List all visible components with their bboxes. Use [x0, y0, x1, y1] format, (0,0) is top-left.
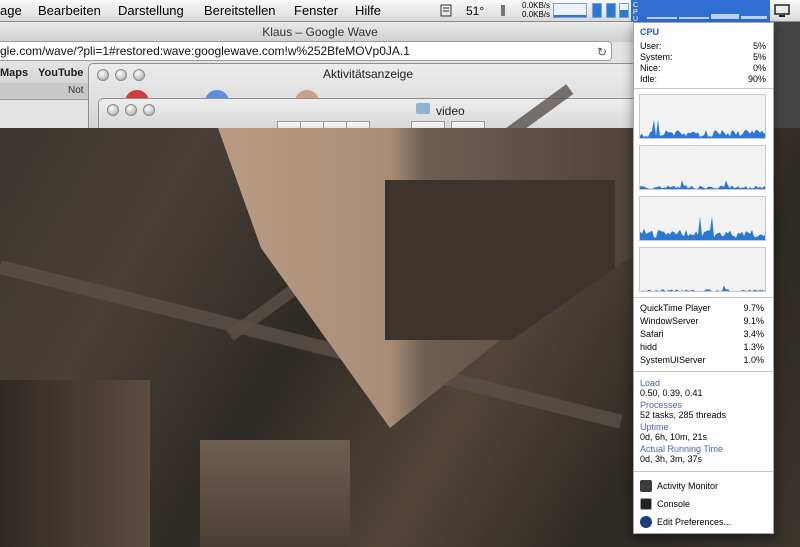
activity-window-title: Aktivitätsanzeige — [322, 67, 414, 81]
stat-user: User: 5% — [640, 41, 766, 51]
process-cpu: 1.3% — [743, 342, 764, 352]
action-label: Activity Monitor — [657, 481, 719, 491]
address-bar[interactable]: gle.com/wave/?pli=1#restored:wave:google… — [0, 41, 612, 61]
process-cpu: 1.0% — [743, 355, 764, 365]
open-activity-monitor-item[interactable]: Activity Monitor — [640, 480, 718, 492]
uptime-label: Uptime — [640, 422, 669, 432]
menu-item-hilfe[interactable]: Hilfe — [355, 3, 381, 18]
building — [0, 380, 150, 547]
open-console-item[interactable]: Console — [640, 498, 690, 510]
stat-label: System: — [640, 52, 673, 62]
stat-idle: Idle: 90% — [640, 74, 766, 84]
network-mini-graph[interactable] — [553, 3, 587, 18]
process-row: WindowServer 9.1% — [640, 316, 764, 326]
stat-value: 0% — [752, 63, 766, 73]
network-readout[interactable]: 0.0KB/s 0.0KB/s — [512, 1, 550, 19]
stat-value: 90% — [747, 74, 766, 84]
sensor-icon[interactable] — [440, 4, 452, 20]
process-row: Safari 3.4% — [640, 329, 764, 339]
bookmark-youtube[interactable]: YouTube — [38, 67, 83, 79]
cpu-history-area — [640, 119, 765, 138]
separator — [634, 371, 773, 372]
cpu-dropdown-menu: CPU User: 5% System: 5% Nice: 0% Idle: 9… — [633, 22, 774, 534]
uptime-value: 0d, 6h, 10m, 21s — [640, 432, 708, 442]
load-label: Load — [640, 378, 661, 388]
cpu-core-graph — [639, 247, 766, 292]
cpu-core-graph — [639, 196, 766, 241]
address-text: gle.com/wave/?pli=1#restored:wave:google… — [0, 44, 410, 58]
preferences-icon — [640, 516, 652, 528]
memory-mini-bar[interactable] — [592, 3, 602, 18]
menubar: age Bearbeiten Darstellung Bereitstellen… — [0, 0, 800, 23]
processes-value: 52 tasks, 285 threads — [640, 410, 727, 420]
activity-monitor-icon — [640, 480, 652, 492]
console-icon — [640, 498, 652, 510]
folder-icon — [416, 103, 430, 114]
window-minimize-button[interactable] — [125, 104, 137, 116]
building — [200, 440, 350, 547]
reload-icon[interactable]: ↻ — [597, 43, 607, 60]
process-row: QuickTime Player 9.7% — [640, 303, 764, 313]
process-row: hidd 1.3% — [640, 342, 764, 352]
running-time-label: Actual Running Time — [640, 444, 724, 454]
net-download-rate: 0.0KB/s — [521, 10, 550, 19]
menu-item-fenster[interactable]: Fenster — [294, 3, 338, 18]
cpu-heading: CPU — [640, 27, 660, 37]
menu-item-bearbeiten[interactable]: Bearbeiten — [38, 3, 101, 18]
running-time-value: 0d, 3h, 3m, 37s — [640, 454, 703, 464]
separator — [634, 88, 773, 89]
stat-label: User: — [640, 41, 662, 51]
stat-value: 5% — [752, 52, 766, 62]
process-cpu: 9.1% — [743, 316, 764, 326]
cpu-history-area — [640, 216, 765, 240]
cpu-history-area — [640, 180, 765, 189]
processes-label: Processes — [640, 400, 683, 410]
window-close-button[interactable] — [107, 104, 119, 116]
tab-label[interactable]: Not — [68, 85, 84, 96]
menu-item-darstellung[interactable]: Darstellung — [118, 3, 184, 18]
stat-label: Nice: — [640, 63, 661, 73]
process-name: QuickTime Player — [640, 303, 711, 313]
video-window-title: video — [436, 104, 465, 118]
edit-preferences-item[interactable]: Edit Preferences... — [640, 516, 731, 528]
net-upload-rate: 0.0KB/s — [521, 1, 550, 10]
stat-value: 5% — [752, 41, 766, 51]
window-zoom-button[interactable] — [143, 104, 155, 116]
action-label: Console — [657, 499, 691, 509]
process-cpu: 3.4% — [743, 329, 764, 339]
separator — [634, 471, 773, 472]
bookmark-maps[interactable]: Maps — [0, 67, 28, 79]
process-name: Safari — [640, 329, 664, 339]
process-name: SystemUIServer — [640, 355, 706, 365]
cpu-core-graph — [639, 94, 766, 139]
cpu-menu-extra-active[interactable]: CPU — [631, 0, 770, 23]
menu-item-ablage[interactable]: age — [0, 3, 22, 18]
menu-item-bereitstellen[interactable]: Bereitstellen — [204, 3, 276, 18]
separator — [634, 297, 773, 298]
process-cpu: 9.7% — [743, 303, 764, 313]
process-name: WindowServer — [640, 316, 699, 326]
load-value: 0.50, 0.39, 0.41 — [640, 388, 703, 398]
battery-mini-bar[interactable] — [619, 3, 629, 18]
action-label: Edit Preferences... — [657, 517, 732, 527]
disk-mini-bar[interactable] — [606, 3, 616, 18]
browser-window-title: Klaus – Google Wave — [0, 22, 640, 42]
display-icon[interactable] — [774, 3, 790, 21]
stat-label: Idle: — [640, 74, 658, 84]
cpu-core-graph — [639, 145, 766, 190]
cpu-history-area — [641, 285, 765, 291]
process-row: SystemUIServer 1.0% — [640, 355, 764, 365]
stat-nice: Nice: 0% — [640, 63, 766, 73]
stat-system: System: 5% — [640, 52, 766, 62]
fan-icon — [497, 4, 509, 20]
temperature-readout[interactable]: 51° — [466, 4, 484, 18]
process-name: hidd — [640, 342, 658, 352]
